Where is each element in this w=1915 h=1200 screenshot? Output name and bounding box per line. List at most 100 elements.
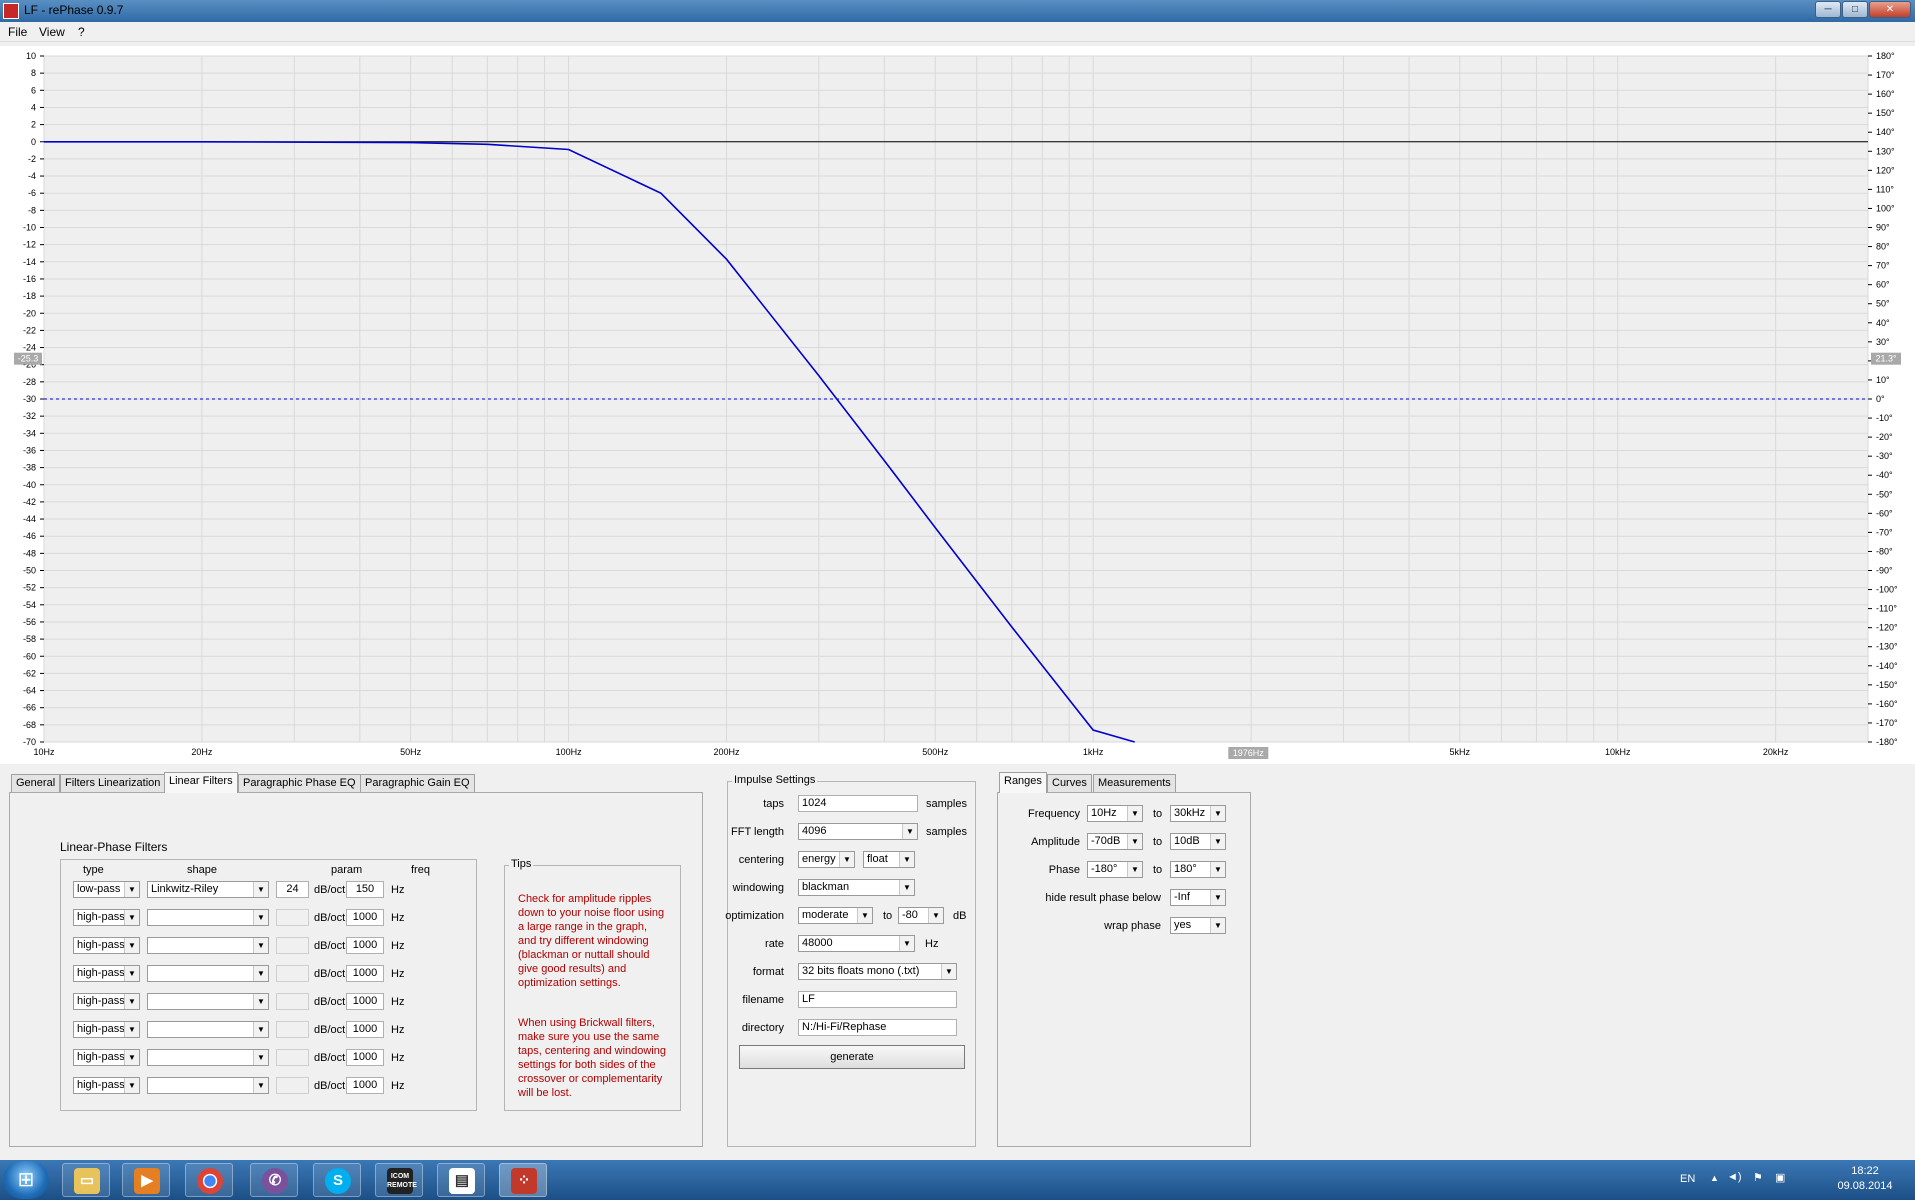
filter-shape-select[interactable]: ▼ [147,965,269,982]
filter-type-select[interactable]: low-pass ▼ [73,881,140,898]
y-tick-label: -68 [23,720,36,730]
filter-param-input[interactable] [276,909,309,926]
optimization-select[interactable]: moderate ▼ [798,907,873,924]
directory-input[interactable]: N:/Hi-Fi/Rephase [798,1019,957,1036]
menu-view[interactable]: View [39,25,65,39]
filter-type-select[interactable]: high-pass ▼ [73,1049,140,1066]
filter-param-input[interactable] [276,965,309,982]
close-button[interactable]: ✕ [1869,1,1911,18]
show-hidden-icons-icon[interactable]: ▲ [1710,1173,1719,1183]
y2-tick-label: -150° [1876,680,1898,690]
format-label: format [752,966,784,978]
amplitude-to-select[interactable]: 10dB ▼ [1170,833,1226,850]
frequency-to-select[interactable]: 30kHz ▼ [1170,805,1226,822]
menu-file[interactable]: File [8,25,27,39]
frequency-response-graph[interactable]: 10 8 6 4 2 0 -2 -4 -6 -8 -10 -12 -14 -16 -18 -20 -22 -24-… [0,46,1915,764]
filter-param-input[interactable] [276,993,309,1010]
tab-ranges[interactable]: Ranges [999,772,1047,793]
filter-shape-select[interactable]: ▼ [147,993,269,1010]
tab-paragraphic-gain-eq[interactable]: Paragraphic Gain EQ [360,774,475,792]
y2-tick-label: -80° [1876,546,1893,556]
y-tick-label: -4 [28,171,36,181]
fft-label: FFT length [731,826,784,838]
filter-shape-select[interactable]: ▼ [147,1049,269,1066]
filter-freq-input[interactable]: 1000 [346,1021,384,1038]
document-icon[interactable]: ▤ [437,1163,485,1197]
skype-icon[interactable]: S [313,1163,361,1197]
flag-icon[interactable]: ⚑ [1753,1171,1763,1184]
y2-tick-label: 110° [1876,184,1894,194]
chevron-down-icon: ▼ [253,1078,268,1093]
filter-type-select[interactable]: high-pass ▼ [73,937,140,954]
amplitude-from-select[interactable]: -70dB ▼ [1087,833,1143,850]
header-freq: freq [411,864,430,876]
folder-icon[interactable]: ▭ [62,1163,110,1197]
rephase-icon[interactable]: ⁘ [499,1163,547,1197]
phase-to-select[interactable]: 180° ▼ [1170,861,1226,878]
start-button[interactable]: ⊞ [3,1161,49,1199]
filter-shape-select[interactable]: Linkwitz-Riley ▼ [147,881,269,898]
filter-param-input[interactable] [276,1021,309,1038]
filter-type-select[interactable]: high-pass ▼ [73,909,140,926]
network-icon[interactable]: ▣ [1775,1171,1785,1184]
filter-shape-select[interactable]: ▼ [147,937,269,954]
filter-freq-input[interactable]: 1000 [346,965,384,982]
media-player-icon[interactable]: ▶ [122,1163,170,1197]
tab-curves[interactable]: Curves [1047,774,1092,792]
tab-measurements[interactable]: Measurements [1093,774,1176,792]
taps-input[interactable]: 1024 [798,795,918,812]
filter-shape-select[interactable]: ▼ [147,1077,269,1094]
filter-type-value: high-pass [77,911,125,923]
centering-select[interactable]: energy ▼ [798,851,855,868]
filter-shape-select[interactable]: ▼ [147,909,269,926]
tab-paragraphic-phase-eq[interactable]: Paragraphic Phase EQ [238,774,361,792]
filter-freq-input[interactable]: 1000 [346,1049,384,1066]
minimize-button[interactable]: ─ [1815,1,1841,18]
filter-param-input[interactable] [276,937,309,954]
y-tick-label: -52 [23,583,36,593]
filename-input[interactable]: LF [798,991,957,1008]
filter-freq-input[interactable]: 1000 [346,937,384,954]
hide-phase-select[interactable]: -Inf ▼ [1170,889,1226,906]
filter-param-input[interactable] [276,1077,309,1094]
fft-length-select[interactable]: 4096 ▼ [798,823,918,840]
filter-freq-input[interactable]: 150 [346,881,384,898]
clock-time[interactable]: 18:22 [1840,1165,1890,1177]
y-tick-label: -42 [23,497,36,507]
language-indicator[interactable]: EN [1680,1173,1695,1185]
windowing-label: windowing [732,882,784,894]
filter-param-input[interactable] [276,1049,309,1066]
filter-type-select[interactable]: high-pass ▼ [73,1077,140,1094]
filter-param-input[interactable]: 24 [276,881,309,898]
tab-filters-linearization[interactable]: Filters Linearization [60,774,166,792]
filter-type-select[interactable]: high-pass ▼ [73,993,140,1010]
filter-param-unit: dB/oct [314,884,346,896]
viber-icon[interactable]: ✆ [250,1163,298,1197]
filter-freq-input[interactable]: 1000 [346,993,384,1010]
phase-from-select[interactable]: -180° ▼ [1087,861,1143,878]
filter-freq-input[interactable]: 1000 [346,909,384,926]
filter-freq-input[interactable]: 1000 [346,1077,384,1094]
centering-mode-select[interactable]: float ▼ [863,851,915,868]
chrome-icon[interactable] [185,1163,233,1197]
y2-tick-label: 30° [1876,337,1890,347]
wrap-phase-select[interactable]: yes ▼ [1170,917,1226,934]
filter-type-select[interactable]: high-pass ▼ [73,1021,140,1038]
frequency-from-select[interactable]: 10Hz ▼ [1087,805,1143,822]
menu-help[interactable]: ? [78,25,85,39]
tab-general[interactable]: General [11,774,61,792]
generate-button[interactable]: generate [739,1045,965,1069]
filter-type-value: high-pass [77,1051,125,1063]
filter-type-select[interactable]: high-pass ▼ [73,965,140,982]
maximize-button[interactable]: □ [1842,1,1868,18]
icom-remote-icon[interactable]: ICOM REMOTE [375,1163,423,1197]
clock-date[interactable]: 09.08.2014 [1833,1180,1897,1192]
windowing-select[interactable]: blackman ▼ [798,879,915,896]
volume-icon[interactable]: ◄) [1727,1171,1742,1183]
filter-shape-select[interactable]: ▼ [147,1021,269,1038]
optimization-db-select[interactable]: -80 ▼ [898,907,944,924]
rate-select[interactable]: 48000 ▼ [798,935,915,952]
tab-linear-filters[interactable]: Linear Filters [164,772,238,793]
chevron-down-icon: ▼ [124,1078,139,1093]
format-select[interactable]: 32 bits floats mono (.txt) ▼ [798,963,957,980]
